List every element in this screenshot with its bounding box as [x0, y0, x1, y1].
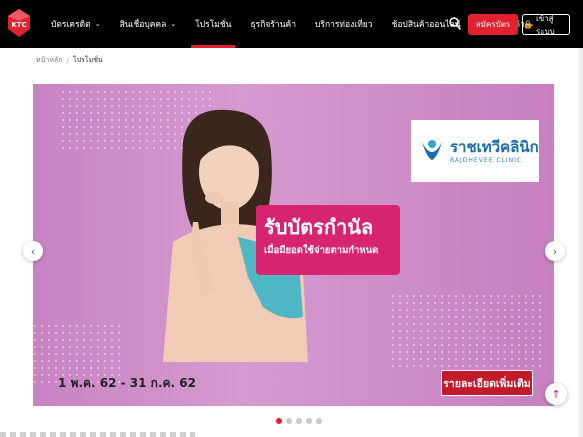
- breadcrumb: หน้าหลัก / โปรโมชั่น: [36, 55, 103, 66]
- lock-icon: 🔒: [523, 20, 533, 29]
- chevron-down-icon: ⌄: [94, 20, 101, 28]
- clinic-heart-icon: [422, 140, 442, 160]
- nav-item-2[interactable]: โปรโมชั่น: [191, 0, 236, 48]
- arrow-up-icon[interactable]: ↑: [545, 383, 567, 405]
- apply-card-button[interactable]: สมัครบัตร: [468, 14, 518, 35]
- carousel-indicators: [276, 418, 326, 424]
- partner-name-thai: ราชเทวีคลินิก: [450, 137, 539, 156]
- breadcrumb-current: โปรโมชั่น: [72, 56, 103, 64]
- promo-banner[interactable]: ราชเทวีคลินิก RAJDHEVEE CLINIC รับบัตรกำ…: [33, 84, 554, 406]
- nav-item-1[interactable]: สินเชื่อบุคคล ⌄: [120, 0, 177, 48]
- carousel-dot[interactable]: [306, 418, 312, 424]
- dot-pattern-decoration: [391, 294, 541, 369]
- promo-subtitle: เมื่อมียอดใช้จ่ายตามกำหนด: [264, 245, 379, 256]
- chevron-right-icon[interactable]: ›: [545, 241, 565, 261]
- promo-title: รับบัตรกำนัล: [264, 215, 374, 239]
- carousel-dot[interactable]: [316, 418, 322, 424]
- partner-logo: ราชเทวีคลินิก RAJDHEVEE CLINIC: [411, 120, 539, 182]
- top-navigation-bar: KTC บัตรเครดิต ⌄ สินเชื่อบุคคล ⌄ โปรโมชั่น ธุ…: [0, 0, 583, 48]
- carousel-dot[interactable]: [296, 418, 302, 424]
- nav-item-label: บริการท่องเที่ยว: [314, 20, 373, 30]
- more-details-button[interactable]: รายละเอียดเพิ่มเติม: [441, 370, 533, 396]
- page-scrollbar[interactable]: [579, 48, 583, 437]
- carousel-dot[interactable]: [276, 418, 282, 424]
- chevron-left-icon[interactable]: ‹: [23, 241, 43, 261]
- promo-headline-box: รับบัตรกำนัล เมื่อมียอดใช้จ่ายตามกำหนด: [256, 205, 400, 275]
- nav-item-3[interactable]: ธุรกิจร้านค้า: [250, 0, 296, 48]
- footer-text-strip: [0, 432, 195, 437]
- breadcrumb-home[interactable]: หน้าหลัก: [36, 55, 62, 66]
- login-label: เข้าสู่ระบบ: [535, 13, 555, 36]
- logo-text: KTC: [11, 21, 26, 29]
- nav-item-label: โปรโมชั่น: [195, 20, 232, 30]
- nav-item-4[interactable]: บริการท่องเที่ยว: [315, 0, 373, 48]
- breadcrumb-separator: /: [66, 56, 69, 65]
- nav-item-label: บัตรเครดิต: [51, 20, 91, 30]
- search-icon[interactable]: [449, 17, 461, 31]
- ktc-logo[interactable]: KTC: [6, 7, 32, 39]
- partner-name-english: RAJDHEVEE CLINIC: [450, 156, 523, 164]
- chevron-down-icon: ⌄: [170, 20, 177, 28]
- promo-date-range: 1 พ.ค. 62 - 31 ก.ค. 62: [58, 376, 196, 390]
- carousel-dot[interactable]: [286, 418, 292, 424]
- nav-item-label: สินเชื่อบุคคล: [119, 20, 167, 30]
- login-button[interactable]: 🔒 เข้าสู่ระบบ: [522, 13, 570, 36]
- nav-item-0[interactable]: บัตรเครดิต ⌄: [51, 0, 101, 48]
- nav-item-label: ธุรกิจร้านค้า: [250, 20, 296, 30]
